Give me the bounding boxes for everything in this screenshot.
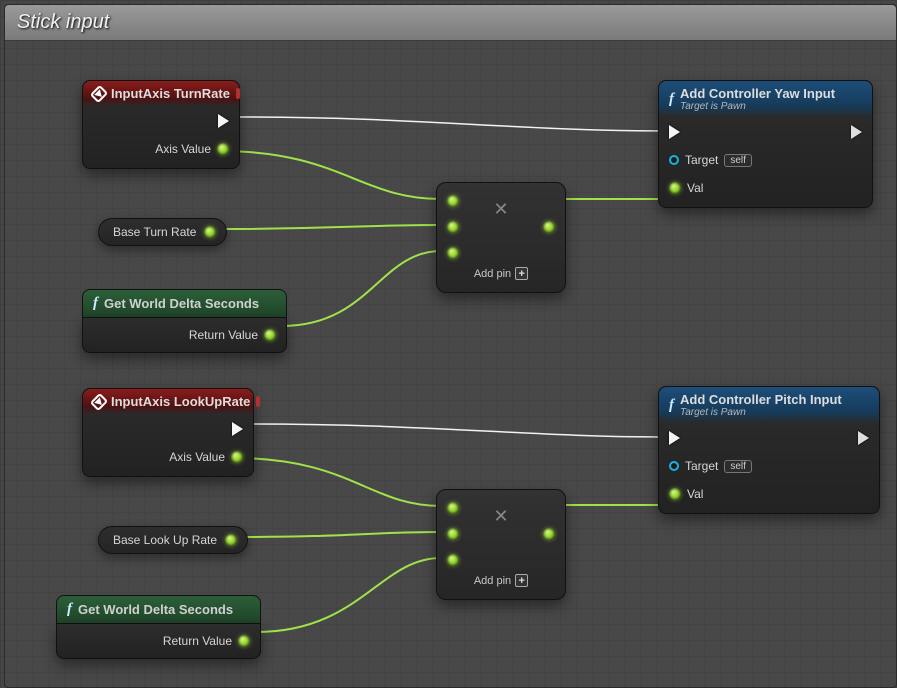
- node-add-controller-pitch-input[interactable]: f Add Controller Pitch Input Target is P…: [658, 386, 880, 514]
- exec-out-pin[interactable]: [218, 112, 229, 130]
- function-icon: f: [93, 295, 98, 312]
- var-out-pin[interactable]: [204, 226, 216, 238]
- node-header: InputAxis LookUpRate: [83, 389, 253, 414]
- plus-icon: +: [515, 267, 528, 280]
- function-icon: f: [67, 601, 72, 618]
- node-header: f Get World Delta Seconds: [56, 595, 261, 624]
- axis-value-pin[interactable]: Axis Value: [155, 140, 229, 158]
- node-header: f Add Controller Yaw Input Target is Paw…: [659, 81, 872, 117]
- node-var-base-look-up-rate[interactable]: Base Look Up Rate: [98, 526, 248, 554]
- exec-in-pin[interactable]: [669, 429, 680, 447]
- self-chip: self: [724, 154, 752, 167]
- node-title: InputAxis TurnRate: [111, 86, 230, 101]
- axis-value-pin[interactable]: Axis Value: [169, 448, 243, 466]
- breakpoint-indicator[interactable]: [256, 396, 260, 407]
- node-header: f Add Controller Pitch Input Target is P…: [659, 387, 879, 423]
- node-add-controller-yaw-input[interactable]: f Add Controller Yaw Input Target is Paw…: [658, 80, 873, 208]
- var-label: Base Look Up Rate: [113, 533, 217, 547]
- mult-out-pin[interactable]: [543, 528, 555, 540]
- breakpoint-indicator[interactable]: [236, 88, 240, 99]
- val-pin[interactable]: Val: [669, 179, 703, 197]
- node-var-base-turn-rate[interactable]: Base Turn Rate: [98, 218, 227, 246]
- mult-in-pin-c[interactable]: [447, 247, 459, 259]
- return-value-pin[interactable]: Return Value: [189, 326, 276, 344]
- exec-out-pin[interactable]: [851, 123, 862, 141]
- target-pin[interactable]: Target self: [669, 457, 752, 475]
- node-title: Add Controller Yaw Input: [680, 86, 835, 101]
- node-subtitle: Target is Pawn: [680, 407, 842, 418]
- node-get-world-delta-seconds-2[interactable]: f Get World Delta Seconds Return Value: [56, 595, 261, 659]
- node-get-world-delta-seconds-1[interactable]: f Get World Delta Seconds Return Value: [82, 289, 287, 353]
- mult-in-pin-b[interactable]: [447, 528, 459, 540]
- exec-out-pin[interactable]: [232, 420, 243, 438]
- target-pin[interactable]: Target self: [669, 151, 752, 169]
- var-out-pin[interactable]: [225, 534, 237, 546]
- val-pin[interactable]: Val: [669, 485, 703, 503]
- node-inputaxis-turnrate[interactable]: InputAxis TurnRate Axis Value: [82, 80, 240, 169]
- node-subtitle: Target is Pawn: [680, 101, 835, 112]
- self-chip: self: [724, 460, 752, 473]
- event-icon: [90, 392, 108, 410]
- node-title: Get World Delta Seconds: [78, 602, 233, 617]
- return-value-pin[interactable]: Return Value: [163, 632, 250, 650]
- mult-out-pin[interactable]: [543, 221, 555, 233]
- var-label: Base Turn Rate: [113, 225, 196, 239]
- plus-icon: +: [515, 574, 528, 587]
- mult-in-pin-b[interactable]: [447, 221, 459, 233]
- node-inputaxis-lookuprate[interactable]: InputAxis LookUpRate Axis Value: [82, 388, 254, 477]
- node-multiply-1[interactable]: ✕ Add pin+: [436, 182, 566, 293]
- exec-out-pin[interactable]: [858, 429, 869, 447]
- node-multiply-2[interactable]: ✕ Add pin+: [436, 489, 566, 600]
- mult-in-pin-a[interactable]: [447, 195, 459, 207]
- node-title: Add Controller Pitch Input: [680, 392, 842, 407]
- node-header: f Get World Delta Seconds: [82, 289, 287, 318]
- node-header: InputAxis TurnRate: [83, 81, 239, 106]
- function-icon: f: [669, 397, 674, 414]
- graph-canvas[interactable]: InputAxis TurnRate Axis Value Base Turn …: [0, 0, 897, 688]
- function-icon: f: [669, 91, 674, 108]
- node-title: Get World Delta Seconds: [104, 296, 259, 311]
- add-pin-button[interactable]: Add pin+: [447, 267, 555, 280]
- mult-in-pin-a[interactable]: [447, 502, 459, 514]
- mult-in-pin-c[interactable]: [447, 554, 459, 566]
- exec-in-pin[interactable]: [669, 123, 680, 141]
- node-title: InputAxis LookUpRate: [111, 394, 250, 409]
- event-icon: [90, 84, 108, 102]
- add-pin-button[interactable]: Add pin+: [447, 574, 555, 587]
